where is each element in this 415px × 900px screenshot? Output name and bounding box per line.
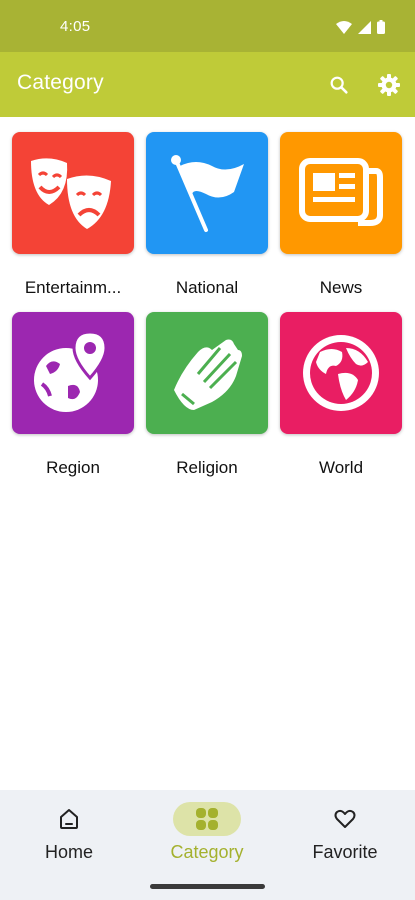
home-icon — [60, 809, 78, 829]
settings-button[interactable] — [376, 72, 402, 98]
category-item-world[interactable]: World — [280, 312, 402, 477]
nav-icon-container — [35, 802, 103, 836]
search-button[interactable] — [326, 72, 352, 98]
battery-icon — [377, 20, 385, 34]
category-label: Religion — [176, 458, 238, 477]
category-label: World — [318, 458, 364, 477]
category-tile[interactable] — [12, 312, 134, 434]
category-tile[interactable] — [12, 132, 134, 254]
heart-icon — [334, 809, 356, 828]
category-item-religion[interactable]: Religion — [146, 312, 268, 477]
praying-hands-icon — [174, 339, 242, 410]
category-tile[interactable] — [146, 312, 268, 434]
nav-label-favorite: Favorite — [312, 842, 378, 862]
app-bar: Category — [0, 52, 415, 117]
status-icons — [336, 20, 385, 34]
category-tile[interactable] — [280, 312, 402, 434]
gear-icon — [378, 74, 400, 96]
category-item-national[interactable]: National — [146, 132, 268, 297]
category-label: Region — [46, 458, 100, 477]
bottom-navigation: Home Category Favorite — [0, 790, 415, 900]
status-bar: 4:05 — [0, 0, 415, 52]
wifi-icon — [336, 20, 352, 34]
theater-masks-icon — [31, 158, 111, 229]
globe-pin-icon — [34, 330, 108, 412]
nav-icon-container — [311, 802, 379, 836]
nav-icon-container — [173, 802, 241, 836]
category-label: National — [175, 278, 239, 297]
cell-signal-icon — [358, 20, 371, 34]
newspaper-icon — [299, 158, 383, 226]
nav-item-home[interactable]: Home — [0, 790, 138, 880]
nav-item-category[interactable]: Category — [138, 790, 276, 880]
nav-item-favorite[interactable]: Favorite — [276, 790, 414, 880]
gesture-handle[interactable] — [150, 884, 265, 889]
category-tile[interactable] — [280, 132, 402, 254]
category-item-entertainment[interactable]: Entertainm... — [12, 132, 134, 297]
category-label: Entertainm... — [24, 278, 122, 297]
category-tile[interactable] — [146, 132, 268, 254]
status-time: 4:05 — [60, 18, 91, 35]
globe-icon — [303, 335, 379, 411]
category-item-region[interactable]: Region — [12, 312, 134, 477]
nav-label-home: Home — [44, 842, 93, 862]
flag-icon — [171, 155, 244, 232]
category-label: News — [319, 278, 363, 297]
search-icon — [330, 76, 348, 94]
nav-label-category: Category — [170, 842, 244, 862]
page-title: Category — [17, 71, 104, 94]
category-grid-icon — [196, 808, 218, 830]
category-item-news[interactable]: News — [280, 132, 402, 297]
